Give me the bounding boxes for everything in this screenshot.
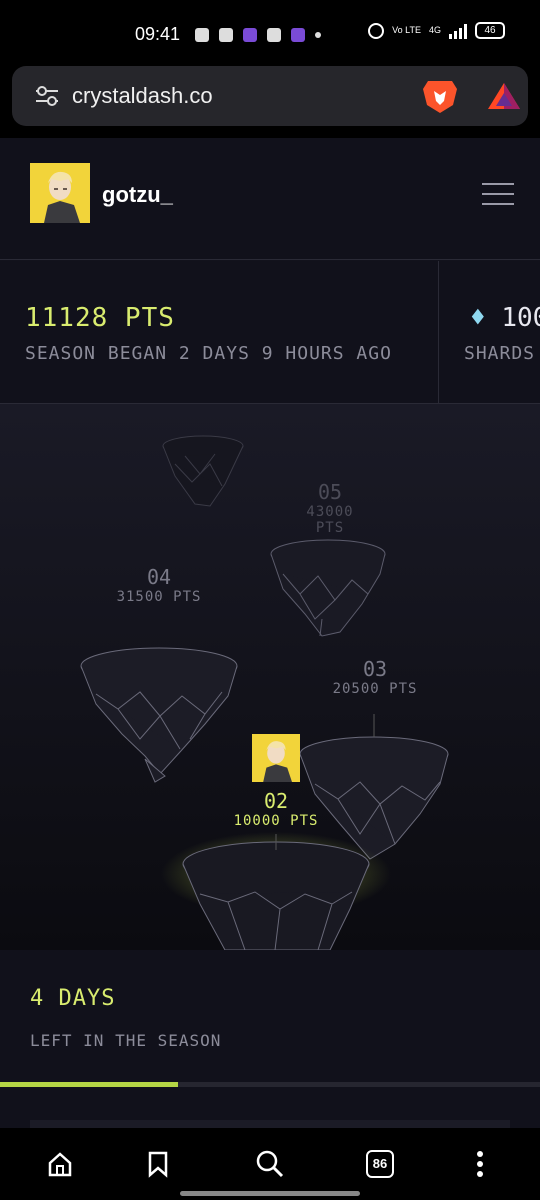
level-points: 10000 PTS — [233, 813, 319, 829]
browser-bottom-nav: 86 — [0, 1128, 540, 1200]
site-settings-icon[interactable] — [34, 84, 60, 108]
gesture-bar — [180, 1191, 360, 1196]
shards-label: SHARDS — [464, 343, 536, 364]
volte-label: Vo LTE — [392, 25, 421, 35]
level-02-label: 02 10000 PTS — [221, 789, 331, 829]
floating-islands-illustration — [80, 435, 449, 950]
snapchat-icon — [195, 28, 209, 42]
telegram-icon — [219, 28, 233, 42]
status-right: Vo LTE 4G 46 — [368, 22, 505, 39]
brave-shields-icon[interactable] — [420, 77, 460, 115]
tabs-count[interactable]: 86 — [366, 1150, 394, 1178]
level-number: 05 — [317, 480, 343, 504]
menu-icon[interactable] — [482, 183, 514, 205]
season-panel: 4 DAYS LEFT IN THE SEASON — [0, 950, 540, 1128]
level-number: 02 — [263, 789, 289, 813]
brave-rewards-icon[interactable] — [486, 80, 522, 112]
status-time: 09:41 — [135, 24, 181, 44]
twitch-icon — [291, 28, 305, 42]
island-05[interactable] — [270, 539, 386, 637]
username[interactable]: gotzu_ — [102, 182, 173, 208]
season-progress-fill — [0, 1082, 179, 1087]
app-notification-icon — [267, 28, 281, 42]
level-points: 20500 PTS — [332, 681, 418, 697]
season-began-text: SEASON BEGAN 2 DAYS 9 HOURS AGO — [25, 343, 392, 364]
level-number: 03 — [362, 657, 388, 681]
more-menu-icon[interactable] — [462, 1146, 498, 1182]
battery-icon: 46 — [475, 22, 505, 39]
avatar-illustration — [252, 734, 300, 782]
home-icon[interactable] — [42, 1146, 78, 1182]
alarm-icon — [368, 22, 385, 39]
next-card-edge — [30, 1120, 510, 1128]
app-notification-icon — [243, 28, 257, 42]
url-text[interactable]: crystaldash.co — [72, 83, 213, 109]
level-points: 43000 PTS — [306, 504, 354, 536]
level-points: 31500 PTS — [116, 589, 202, 605]
level-05-label: 05 43000 PTS — [290, 480, 370, 536]
points-total: 11128 PTS — [25, 303, 175, 333]
island-02[interactable] — [182, 834, 370, 950]
days-left-label: LEFT IN THE SEASON — [30, 1031, 222, 1050]
level-04-label: 04 31500 PTS — [109, 565, 209, 605]
island-04[interactable] — [80, 647, 238, 783]
season-progress-bar — [0, 1082, 540, 1087]
level-number: 04 — [146, 565, 172, 589]
user-avatar[interactable] — [30, 163, 90, 223]
signal-icon — [449, 23, 467, 39]
level-03-label: 03 20500 PTS — [325, 657, 425, 697]
search-icon[interactable] — [252, 1146, 288, 1182]
level-map: 05 43000 PTS 04 31500 PTS 03 20500 PTS 0… — [0, 404, 540, 950]
tabs-button[interactable]: 86 — [362, 1146, 398, 1182]
island-06 — [162, 435, 244, 507]
shards-count: 100 — [501, 303, 540, 333]
site-header: gotzu_ — [0, 138, 540, 260]
more-notifications-dot-icon — [315, 32, 321, 38]
status-bar: 09:41 Vo LTE 4G 46 — [0, 0, 540, 66]
address-bar[interactable]: crystaldash.co — [12, 66, 528, 126]
network-type-label: 4G — [428, 25, 441, 35]
current-level-avatar — [252, 734, 300, 782]
diamond-icon: ♦ — [470, 303, 486, 333]
notification-icons — [195, 24, 321, 46]
bookmark-icon[interactable] — [140, 1146, 176, 1182]
divider — [438, 261, 439, 404]
stats-panel: 11128 PTS SEASON BEGAN 2 DAYS 9 HOURS AG… — [0, 261, 540, 404]
avatar-illustration — [30, 163, 90, 223]
days-left: 4 DAYS — [30, 986, 116, 1011]
browser-toolbar: crystaldash.co — [0, 66, 540, 138]
shards-value: ♦ 100 — [470, 303, 540, 333]
